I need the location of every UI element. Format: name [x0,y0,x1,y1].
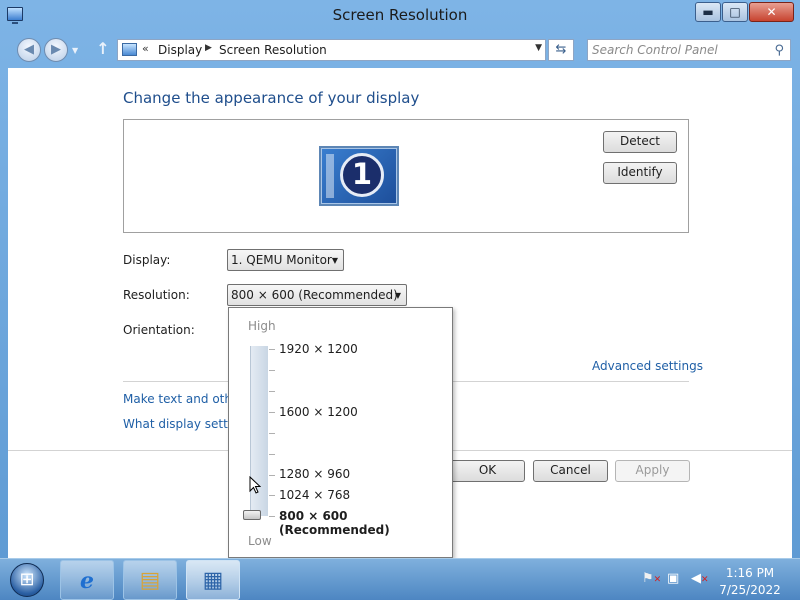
mouse-cursor-icon [249,476,261,494]
refresh-icon[interactable]: ⇆ [548,39,574,61]
search-icon[interactable]: ⚲ [774,43,784,58]
ok-button[interactable]: OK [450,460,525,482]
display-select-value: 1. QEMU Monitor [231,253,332,267]
advanced-settings-link[interactable]: Advanced settings [592,359,703,373]
slider-tick [269,495,275,496]
display-select[interactable]: 1. QEMU Monitor ▼ [227,249,344,271]
resolution-option-selected[interactable]: 800 × 600 (Recommended) [279,509,452,537]
chevron-down-icon: ▼ [394,291,401,300]
folder-icon: ▤ [139,568,161,593]
control-panel-icon [122,43,137,56]
forward-button[interactable]: ▶ [44,38,68,62]
control-panel-icon: ▦ [202,568,224,593]
slider-tick [269,516,275,517]
cancel-button[interactable]: Cancel [533,460,608,482]
close-button[interactable]: ✕ [749,2,794,22]
slider-tick [269,475,275,476]
monitor-screen-strip [326,154,334,198]
chevron-down-icon: ▼ [331,256,338,265]
page-title: Change the appearance of your display [123,89,420,107]
search-input[interactable] [592,43,762,57]
resolution-option[interactable]: 1920 × 1200 [279,342,358,356]
high-label: High [248,319,276,333]
orientation-label: Orientation: [123,323,195,337]
taskbar: e ▤ ▦ ⚑✕ ▣ ◀✕ 1:16 PM 7/25/2022 [0,558,800,600]
title-bar[interactable]: Screen Resolution ▬ □ ✕ [0,0,800,32]
resolution-option[interactable]: 1280 × 960 [279,467,350,481]
clock-time[interactable]: 1:16 PM [714,566,786,580]
maximize-button[interactable]: □ [722,2,748,22]
taskbar-control-panel[interactable]: ▦ [186,560,240,600]
volume-muted-icon[interactable]: ◀✕ [691,571,709,586]
taskbar-internet-explorer[interactable]: e [60,560,114,600]
internet-explorer-icon: e [80,568,94,594]
monitor-number-badge: 1 [340,153,384,197]
breadcrumb-separator-icon[interactable]: ▶ [205,43,212,53]
resolution-dropdown-popup: High 1920 × 1200 1600 × 1200 1280 × 960 … [228,307,453,558]
minimize-button[interactable]: ▬ [695,2,721,22]
monitor-layout-panel: 1 Detect Identify [123,119,689,233]
text-size-link[interactable]: Make text and other [123,392,244,406]
slider-tick [269,391,275,392]
resolution-option[interactable]: 1024 × 768 [279,488,350,502]
resolution-select[interactable]: 800 × 600 (Recommended) ▼ [227,284,407,306]
recent-pages-chevron-icon[interactable]: ▼ [72,46,82,56]
monitor-icon[interactable]: 1 [319,146,399,206]
detect-button[interactable]: Detect [603,131,677,153]
network-icon[interactable]: ▣ [667,571,679,586]
slider-tick [269,454,275,455]
windows-logo-icon [10,563,44,597]
window-title: Screen Resolution [332,6,468,24]
slider-tick [269,370,275,371]
slider-tick [269,412,275,413]
address-bar[interactable]: « Display ▶ Screen Resolution ▼ [117,39,546,61]
low-label: Low [248,534,272,548]
identify-button[interactable]: Identify [603,162,677,184]
taskbar-windows-explorer[interactable]: ▤ [123,560,177,600]
resolution-slider-thumb[interactable] [243,510,261,520]
breadcrumb-display[interactable]: Display [158,43,202,57]
apply-button[interactable]: Apply [615,460,690,482]
breadcrumb-screen-resolution[interactable]: Screen Resolution [219,43,327,57]
resolution-option[interactable]: 1600 × 1200 [279,405,358,419]
search-box[interactable]: ⚲ [587,39,791,61]
display-label: Display: [123,253,171,267]
action-center-flag-icon[interactable]: ⚑✕ [642,571,661,586]
slider-tick [269,349,275,350]
navigation-bar: ◀ ▶ ▼ ↑ « Display ▶ Screen Resolution ▼ … [0,33,800,66]
resolution-label: Resolution: [123,288,190,302]
chevron-down-icon[interactable]: ▼ [535,43,542,53]
slider-tick [269,433,275,434]
clock-date[interactable]: 7/25/2022 [714,583,786,597]
resolution-select-value: 800 × 600 (Recommended) [231,288,398,302]
breadcrumb-overflow-icon[interactable]: « [142,42,149,55]
back-button[interactable]: ◀ [17,38,41,62]
up-arrow-icon[interactable]: ↑ [94,39,112,61]
start-button[interactable] [4,560,50,600]
